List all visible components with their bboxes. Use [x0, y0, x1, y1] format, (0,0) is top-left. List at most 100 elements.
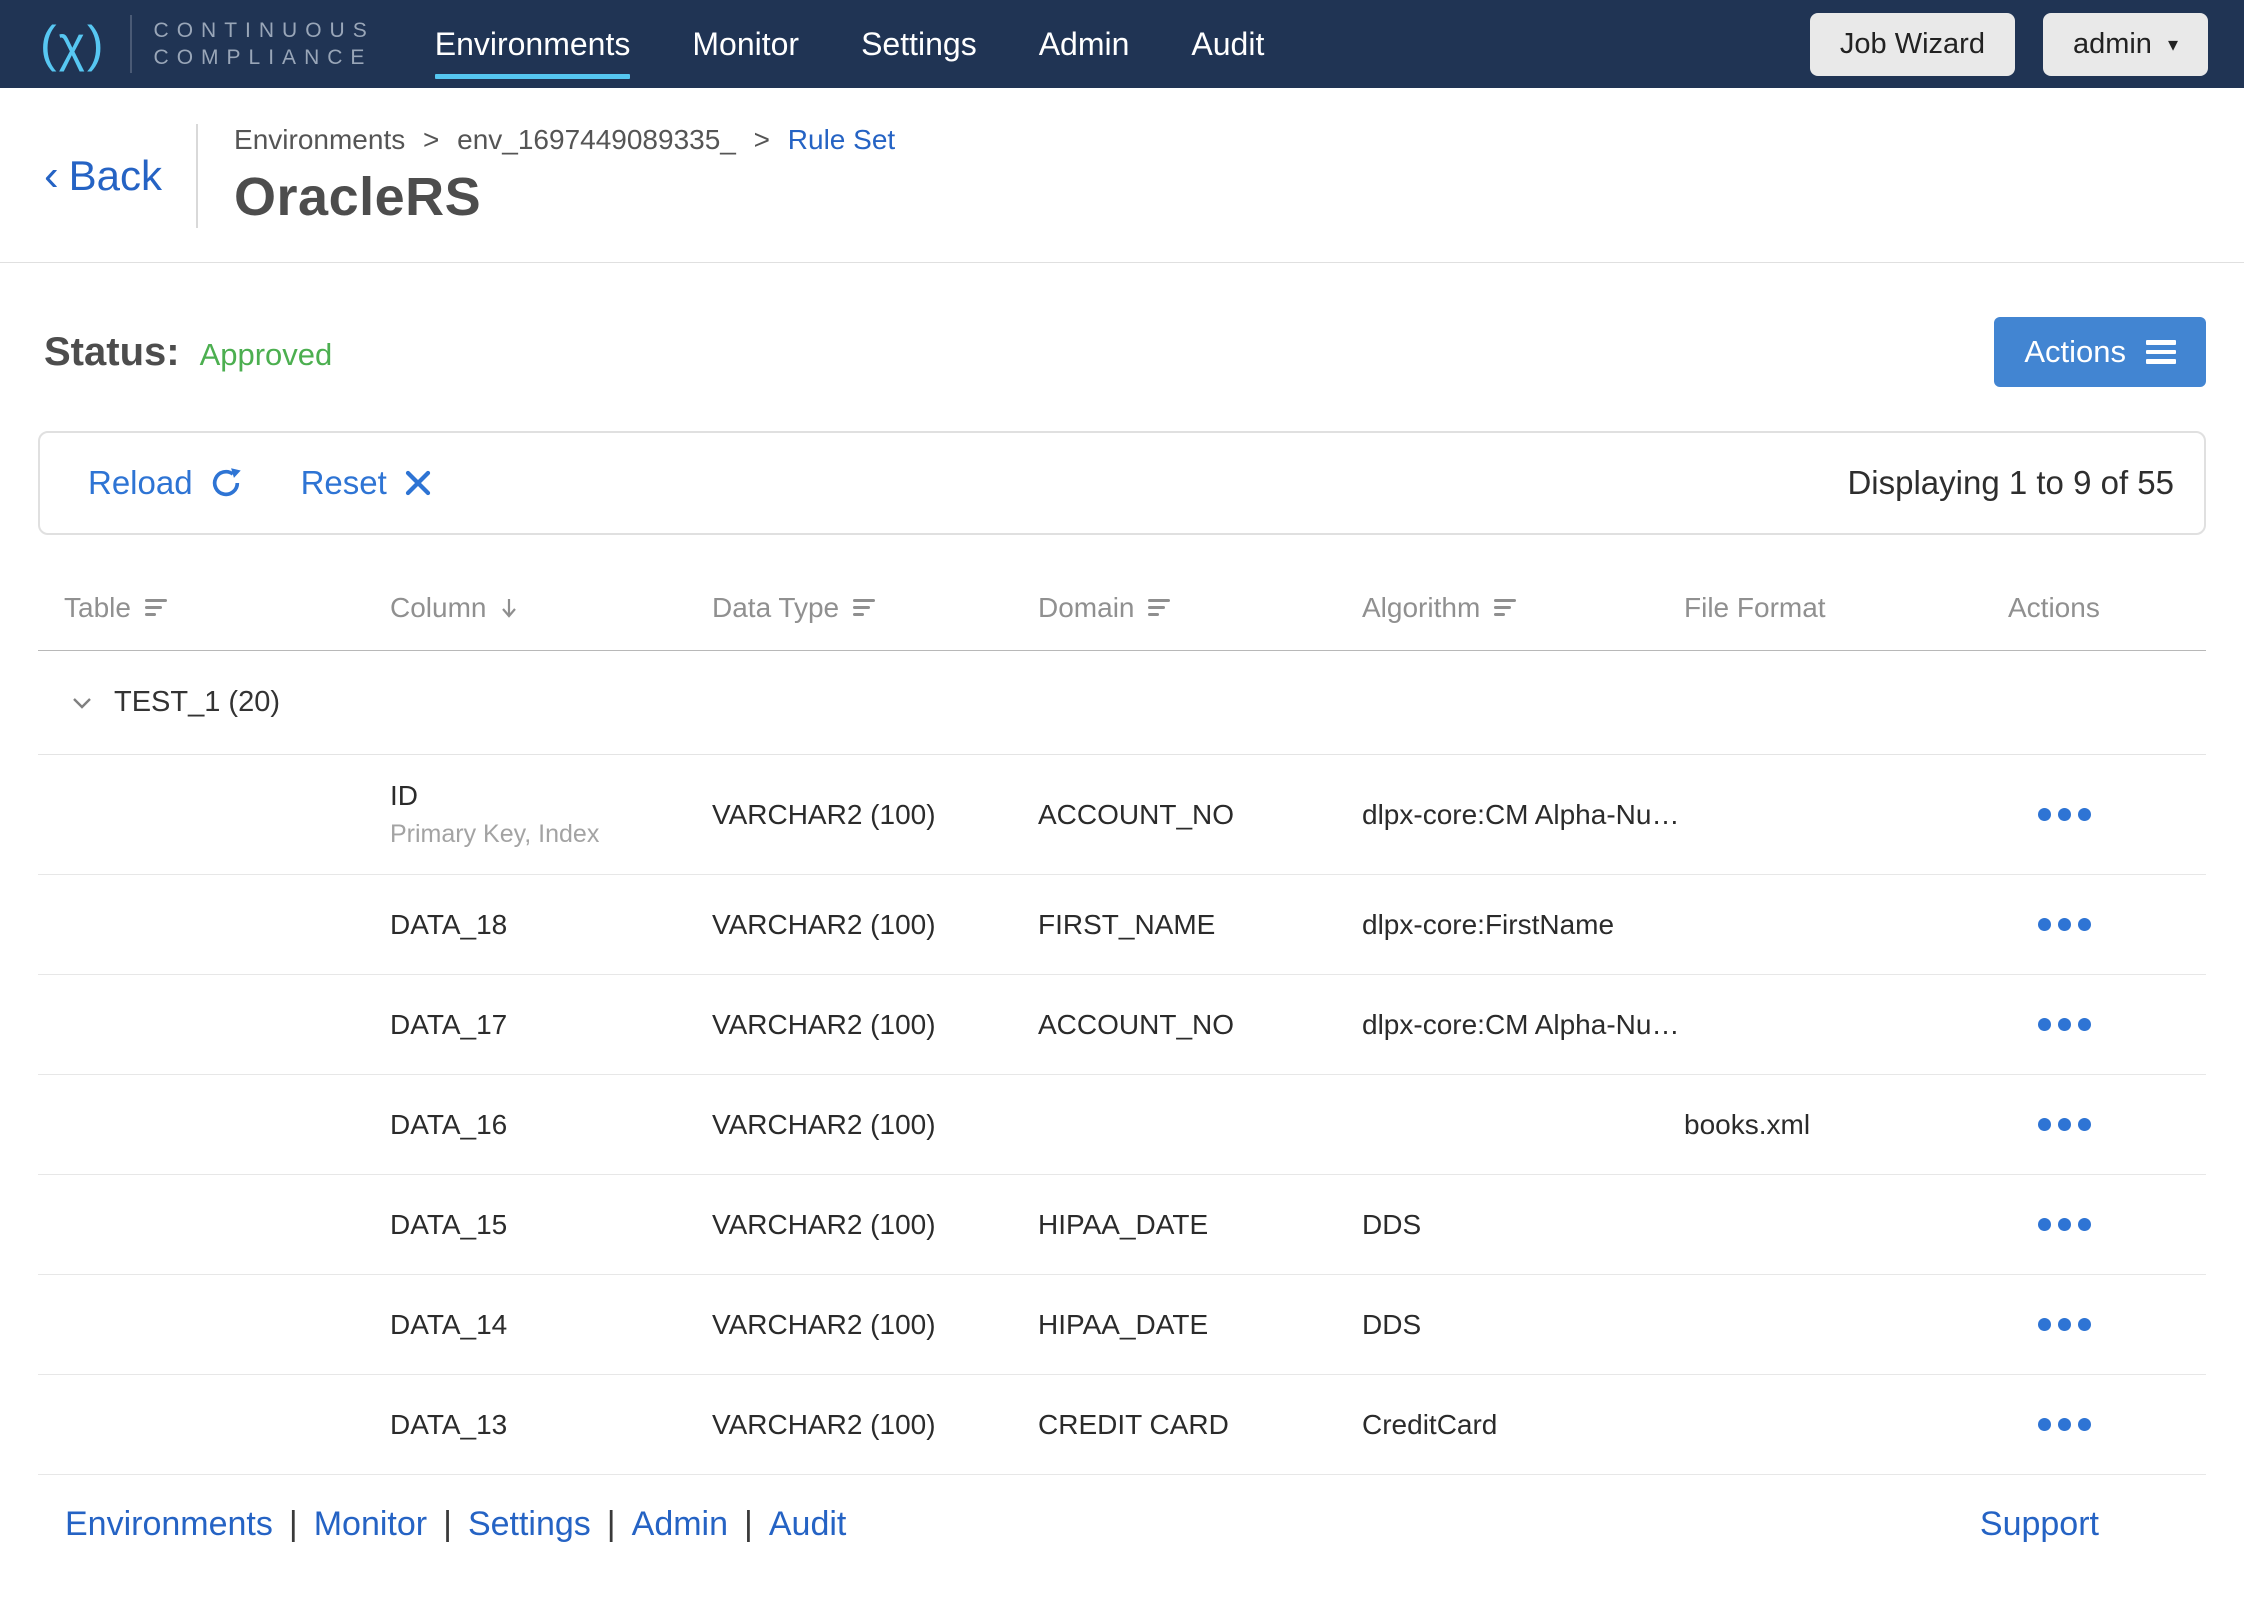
- cell-column: DATA_16: [390, 1108, 508, 1140]
- cell-column: ID Primary Key, Index: [390, 780, 712, 849]
- footer-link-audit[interactable]: Audit: [769, 1505, 847, 1544]
- logo-divider: [129, 15, 132, 73]
- breadcrumb-separator: >: [753, 124, 771, 155]
- footer-separator: |: [606, 1505, 616, 1543]
- cell-data-type: VARCHAR2 (100): [712, 1208, 936, 1240]
- cell-algorithm: DDS: [1362, 1308, 1422, 1340]
- cell-algorithm: CreditCard: [1362, 1408, 1498, 1440]
- back-label: Back: [68, 152, 163, 199]
- cell-data-type: VARCHAR2 (100): [712, 1308, 936, 1340]
- breadcrumb-link-rule-set[interactable]: Rule Set: [788, 124, 895, 155]
- status-row: Status: Approved Actions: [44, 317, 2206, 387]
- column-header-algorithm[interactable]: Algorithm: [1362, 592, 1684, 624]
- displaying-count: Displaying 1 to 9 of 55: [1847, 464, 2174, 501]
- page-footer: Environments | Monitor | Settings | Admi…: [0, 1475, 2244, 1544]
- table-row: DATA_13 VARCHAR2 (100) CREDIT CARD Credi…: [38, 1375, 2206, 1475]
- table-row: DATA_17 VARCHAR2 (100) ACCOUNT_NO dlpx-c…: [38, 975, 2206, 1075]
- cell-algorithm: dlpx-core:CM Alpha-Nu…: [1362, 1008, 1680, 1040]
- row-actions-button[interactable]: [2008, 1318, 2091, 1331]
- nav-item-audit[interactable]: Audit: [1191, 26, 1264, 63]
- column-header-domain[interactable]: Domain: [1038, 592, 1362, 624]
- user-name: admin: [2072, 27, 2152, 60]
- nav-item-settings[interactable]: Settings: [861, 26, 977, 63]
- rule-set-table: Table Column Data Type Domain Algorithm …: [38, 565, 2206, 1475]
- breadcrumb-separator: >: [423, 124, 440, 155]
- ellipsis-icon: [2038, 1418, 2051, 1431]
- row-actions-button[interactable]: [2008, 1218, 2091, 1231]
- sort-lines-icon: [853, 599, 876, 616]
- sort-lines-icon: [1148, 599, 1171, 616]
- main-nav: Environments Monitor Settings Admin Audi…: [434, 26, 1264, 79]
- cell-data-type: VARCHAR2 (100): [712, 1408, 936, 1440]
- ellipsis-icon: [2038, 1018, 2051, 1031]
- status-badge: Approved: [199, 336, 333, 372]
- cell-column: DATA_13: [390, 1408, 508, 1440]
- footer-link-environments[interactable]: Environments: [65, 1505, 273, 1544]
- cell-file-format: books.xml: [1684, 1108, 1811, 1140]
- row-actions-button[interactable]: [2008, 1018, 2091, 1031]
- page-header: ‹ Back Environments > env_1697449089335_…: [0, 88, 2244, 263]
- column-header-column[interactable]: Column: [390, 592, 712, 624]
- breadcrumb-env-name: env_1697449089335_: [457, 124, 736, 155]
- nav-item-monitor[interactable]: Monitor: [692, 26, 799, 63]
- job-wizard-button[interactable]: Job Wizard: [1809, 12, 2015, 76]
- cell-algorithm: DDS: [1362, 1208, 1422, 1240]
- sort-lines-icon: [1494, 599, 1517, 616]
- chevron-down-icon: [73, 697, 91, 709]
- row-actions-button[interactable]: [2008, 808, 2091, 821]
- collapse-group-button[interactable]: [72, 697, 92, 709]
- nav-item-environments[interactable]: Environments: [434, 26, 630, 79]
- table-row: DATA_14 VARCHAR2 (100) HIPAA_DATE DDS: [38, 1275, 2206, 1375]
- row-actions-button[interactable]: [2008, 1418, 2091, 1431]
- cell-domain: HIPAA_DATE: [1038, 1208, 1209, 1240]
- hamburger-icon: [2146, 340, 2176, 364]
- table-group-row: TEST_1 (20): [38, 651, 2206, 755]
- ellipsis-icon: [2038, 1218, 2051, 1231]
- footer-link-admin[interactable]: Admin: [632, 1505, 728, 1544]
- table-row: DATA_18 VARCHAR2 (100) FIRST_NAME dlpx-c…: [38, 875, 2206, 975]
- row-actions-button[interactable]: [2008, 918, 2091, 931]
- cell-domain: ACCOUNT_NO: [1038, 798, 1235, 830]
- nav-item-admin[interactable]: Admin: [1039, 26, 1130, 63]
- user-menu-button[interactable]: admin ▾: [2042, 12, 2208, 76]
- cell-data-type: VARCHAR2 (100): [712, 1108, 936, 1140]
- support-link[interactable]: Support: [1980, 1505, 2099, 1544]
- wordmark-line1: CONTINUOUS: [153, 18, 375, 42]
- footer-link-settings[interactable]: Settings: [468, 1505, 591, 1544]
- cell-column: DATA_18: [390, 908, 508, 940]
- product-wordmark: CONTINUOUS COMPLIANCE: [154, 17, 375, 72]
- cell-domain: ACCOUNT_NO: [1038, 1008, 1235, 1040]
- actions-button[interactable]: Actions: [1994, 317, 2206, 387]
- header-divider: [196, 124, 199, 228]
- cell-data-type: VARCHAR2 (100): [712, 1008, 936, 1040]
- sort-lines-icon: [144, 599, 167, 616]
- cell-column-note: Primary Key, Index: [390, 820, 600, 848]
- row-actions-button[interactable]: [2008, 1118, 2091, 1131]
- table-header-row: Table Column Data Type Domain Algorithm …: [38, 565, 2206, 651]
- close-icon: [405, 470, 430, 496]
- breadcrumb: Environments > env_1697449089335_ > Rule…: [234, 124, 895, 156]
- cell-column: DATA_14: [390, 1308, 508, 1340]
- top-navbar: (χ) CONTINUOUS COMPLIANCE Environments M…: [0, 0, 2244, 88]
- cell-algorithm: dlpx-core:CM Alpha-Nu…: [1362, 798, 1680, 830]
- status-label: Status:: [44, 329, 180, 374]
- navbar-right: Job Wizard admin ▾: [1809, 12, 2208, 76]
- column-header-data-type[interactable]: Data Type: [712, 592, 1038, 624]
- delphix-logo-icon: (χ): [40, 16, 106, 72]
- wordmark-line2: COMPLIANCE: [153, 46, 373, 69]
- reload-button[interactable]: Reload: [88, 464, 243, 502]
- column-header-actions: Actions: [2008, 591, 2100, 623]
- footer-link-monitor[interactable]: Monitor: [314, 1505, 427, 1544]
- reset-button[interactable]: Reset: [301, 464, 433, 502]
- table-row: DATA_16 VARCHAR2 (100) books.xml: [38, 1075, 2206, 1175]
- column-header-table[interactable]: Table: [38, 592, 390, 624]
- cell-domain: FIRST_NAME: [1038, 908, 1216, 940]
- ellipsis-icon: [2038, 808, 2051, 821]
- breadcrumb-environments: Environments: [234, 124, 406, 155]
- back-link[interactable]: ‹ Back: [44, 152, 162, 200]
- table-row: DATA_15 VARCHAR2 (100) HIPAA_DATE DDS: [38, 1175, 2206, 1275]
- arrow-down-icon: [502, 598, 517, 618]
- cell-column: DATA_15: [390, 1208, 508, 1240]
- caret-down-icon: ▾: [2167, 33, 2178, 56]
- cell-column: DATA_17: [390, 1008, 508, 1040]
